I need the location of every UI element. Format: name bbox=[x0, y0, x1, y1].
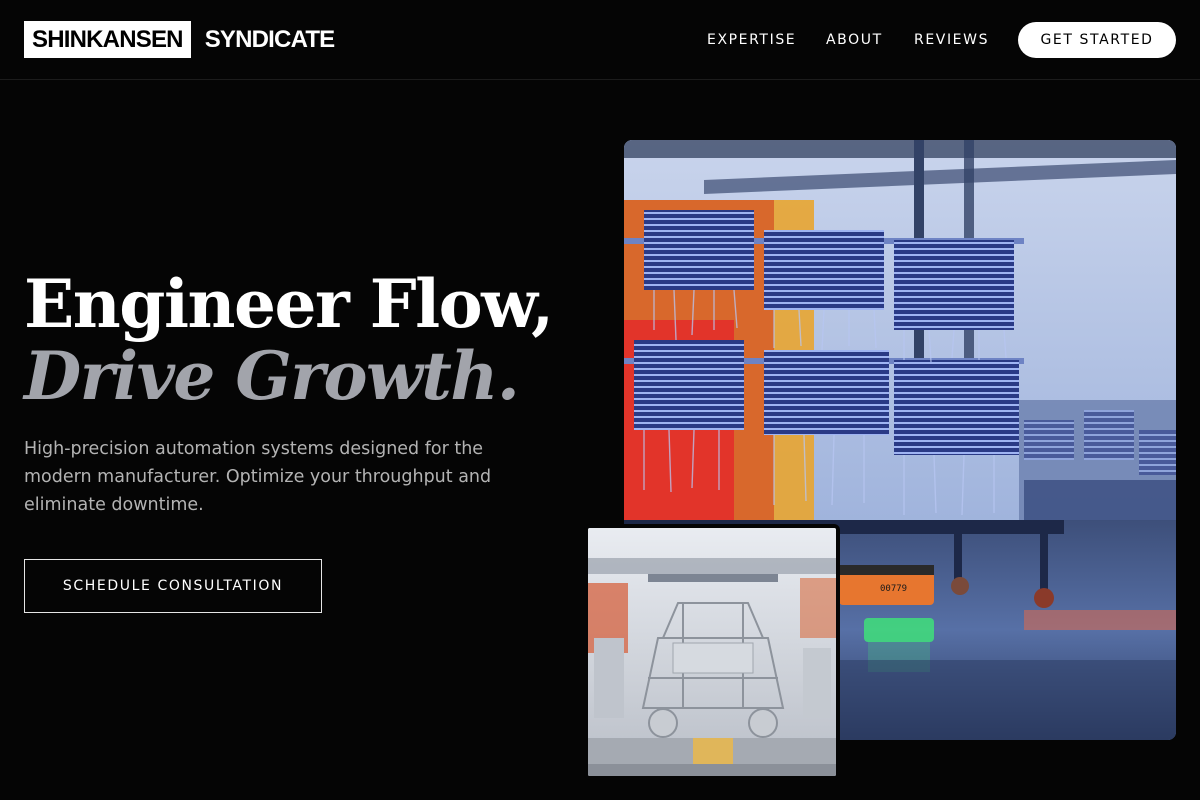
nav-link-reviews[interactable]: REVIEWS bbox=[914, 31, 988, 49]
logo-mark: SHINKANSEN bbox=[24, 21, 191, 58]
hero-title: Engineer Flow, Drive Growth. bbox=[24, 268, 584, 412]
hero-description: High-precision automation systems design… bbox=[24, 439, 492, 515]
logo-text: SYNDICATE bbox=[204, 25, 336, 53]
hero-title-line2: Drive Growth. bbox=[24, 337, 520, 415]
schedule-consultation-button[interactable]: SCHEDULE CONSULTATION bbox=[24, 559, 322, 613]
car-assembly-illustration bbox=[588, 528, 836, 776]
hero-title-line1: Engineer Flow, bbox=[24, 265, 554, 343]
agv-tag-text: 00779 bbox=[880, 584, 907, 594]
logo[interactable]: SHINKANSEN SYNDICATE bbox=[24, 21, 336, 58]
site-header: SHINKANSEN SYNDICATE EXPERTISE ABOUT REV… bbox=[0, 0, 1200, 80]
get-started-button[interactable]: GET STARTED bbox=[1018, 22, 1176, 58]
assembly-line-image bbox=[584, 524, 840, 780]
nav-link-about[interactable]: ABOUT bbox=[826, 31, 886, 49]
nav-link-expertise[interactable]: EXPERTISE bbox=[707, 31, 797, 49]
